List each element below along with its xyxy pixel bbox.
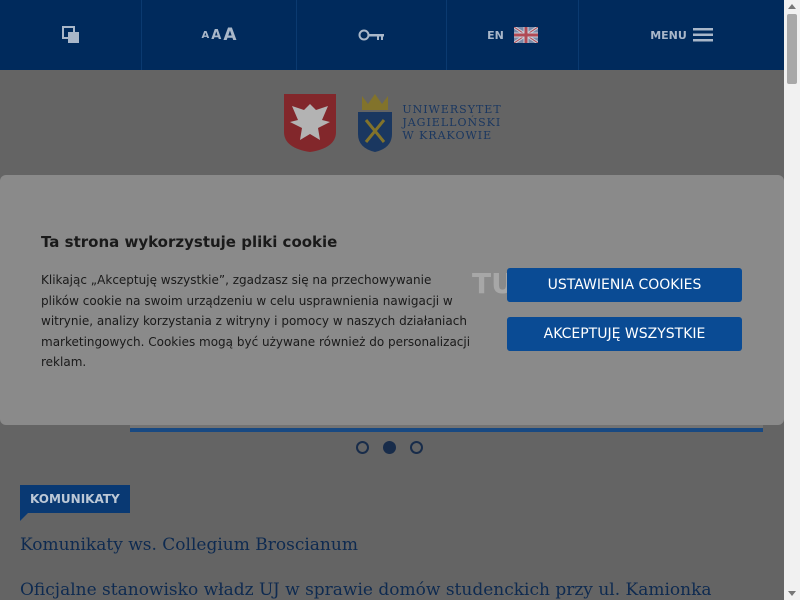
font-size-controls: A A A [142, 0, 297, 70]
language-switch[interactable]: EN [447, 0, 579, 70]
scrollbar-thumb[interactable] [787, 14, 797, 84]
cookie-description: Klikając „Akceptuję wszystkie”, zgadzasz… [41, 273, 471, 369]
accept-all-cookies-button[interactable]: AKCEPTUJĘ WSZYSTKIE [507, 317, 742, 351]
contrast-toggle[interactable] [0, 0, 142, 70]
cookie-title: Ta strona wykorzystuje pliki cookie [41, 233, 338, 251]
contrast-icon [61, 26, 79, 43]
font-size-small-button[interactable]: A [202, 30, 210, 41]
menu-button[interactable]: MENU [579, 0, 784, 70]
scroll-up-arrow-icon[interactable] [788, 4, 796, 9]
menu-label: MENU [650, 28, 687, 42]
cookie-dialog: TU Ta strona wykorzystuje pliki cookie K… [0, 175, 784, 425]
font-size-large-button[interactable]: A [223, 25, 236, 45]
hamburger-icon [692, 28, 713, 42]
font-size-medium-button[interactable]: A [211, 28, 221, 43]
language-code: EN [487, 28, 504, 42]
uk-flag-icon [513, 27, 538, 43]
scroll-down-arrow-icon[interactable] [788, 591, 796, 596]
key-icon [358, 29, 384, 41]
top-bar: A A A EN MENU [0, 0, 784, 70]
scrollbar[interactable] [784, 0, 800, 600]
login-button[interactable] [297, 0, 447, 70]
cookie-settings-button[interactable]: USTAWIENIA COOKIES [507, 268, 742, 302]
